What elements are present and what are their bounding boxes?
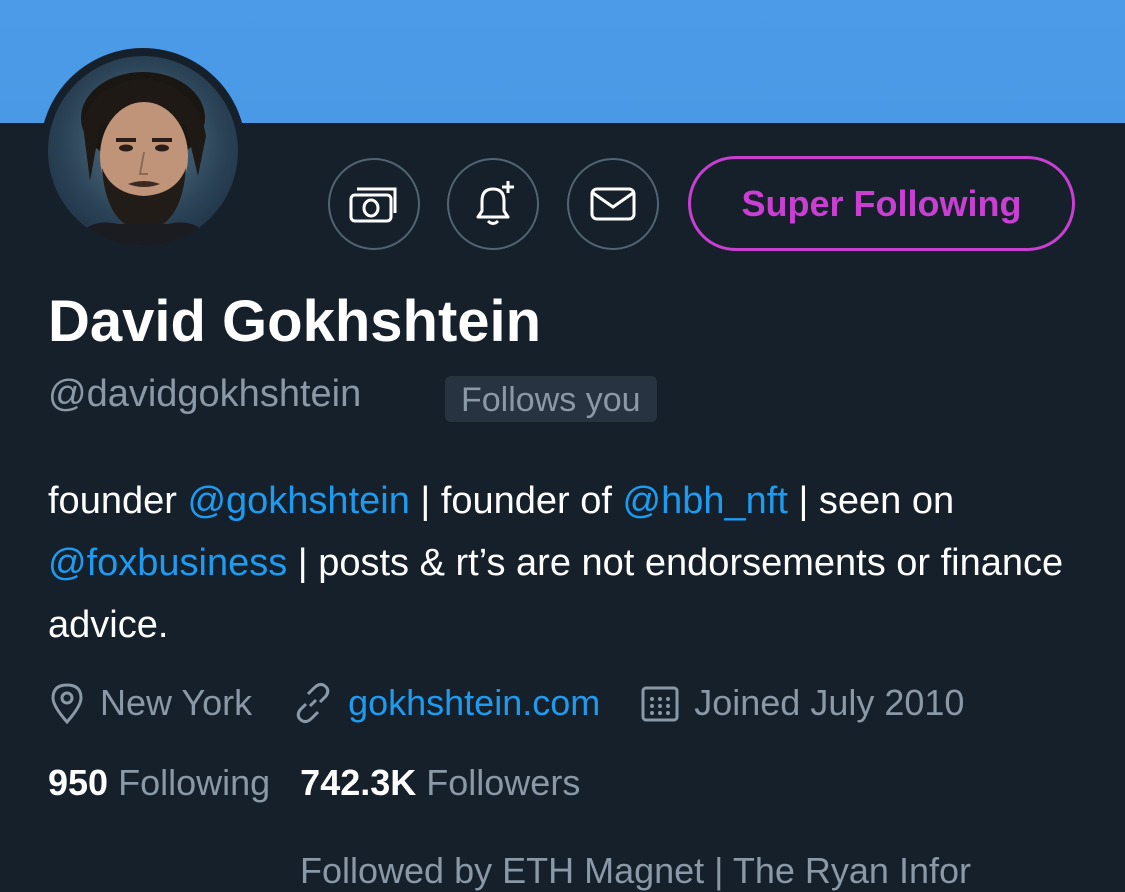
- followers-label: Followers: [426, 762, 581, 803]
- followers-count: 742.3K: [300, 762, 417, 803]
- mail-icon: [590, 187, 636, 221]
- bio-mention-hbh-nft[interactable]: @hbh_nft: [623, 480, 788, 522]
- following-count-link[interactable]: 950 Following: [48, 762, 270, 804]
- bio-mention-gokhshtein[interactable]: @gokhshtein: [187, 480, 409, 522]
- profile-meta-row: New York gokhshtein.com Joined July 2010: [48, 675, 1004, 731]
- join-date-text: Joined July 2010: [694, 682, 965, 723]
- following-label: Following: [118, 762, 271, 803]
- calendar-icon: [641, 686, 679, 722]
- bio-mention-foxbusiness[interactable]: @foxbusiness: [48, 542, 287, 584]
- following-count: 950: [48, 762, 109, 803]
- avatar[interactable]: [48, 56, 238, 246]
- follows-you-badge: Follows you: [445, 376, 657, 422]
- bio: founder @gokhshtein | founder of @hbh_nf…: [48, 470, 1088, 656]
- website: gokhshtein.com: [292, 682, 600, 724]
- message-button[interactable]: [567, 158, 659, 250]
- handle: @davidgokhshtein: [48, 373, 362, 415]
- followed-by-text[interactable]: Followed by ETH Magnet | The Ryan Infor: [300, 850, 971, 892]
- notification-bell-plus-icon: [476, 181, 514, 225]
- location-text: New York: [100, 682, 253, 723]
- display-name: David Gokhshtein: [48, 289, 542, 354]
- link-icon: [296, 682, 330, 724]
- bio-text: founder: [48, 480, 188, 522]
- super-following-button[interactable]: Super Following: [688, 156, 1075, 251]
- location-pin-icon: [51, 683, 83, 724]
- notify-button[interactable]: [447, 158, 539, 250]
- website-link[interactable]: gokhshtein.com: [348, 682, 600, 724]
- bio-text: | founder of: [409, 480, 623, 522]
- location: New York: [48, 682, 252, 724]
- bio-text: | seen on: [787, 480, 955, 522]
- tip-button[interactable]: [328, 158, 420, 250]
- followers-count-link[interactable]: 742.3K Followers: [300, 762, 580, 804]
- follow-stats: 950 Following 742.3K Followers: [48, 762, 610, 804]
- tip-money-icon: [349, 187, 397, 223]
- join-date: Joined July 2010: [640, 682, 964, 724]
- avatar-portrait: [68, 72, 218, 246]
